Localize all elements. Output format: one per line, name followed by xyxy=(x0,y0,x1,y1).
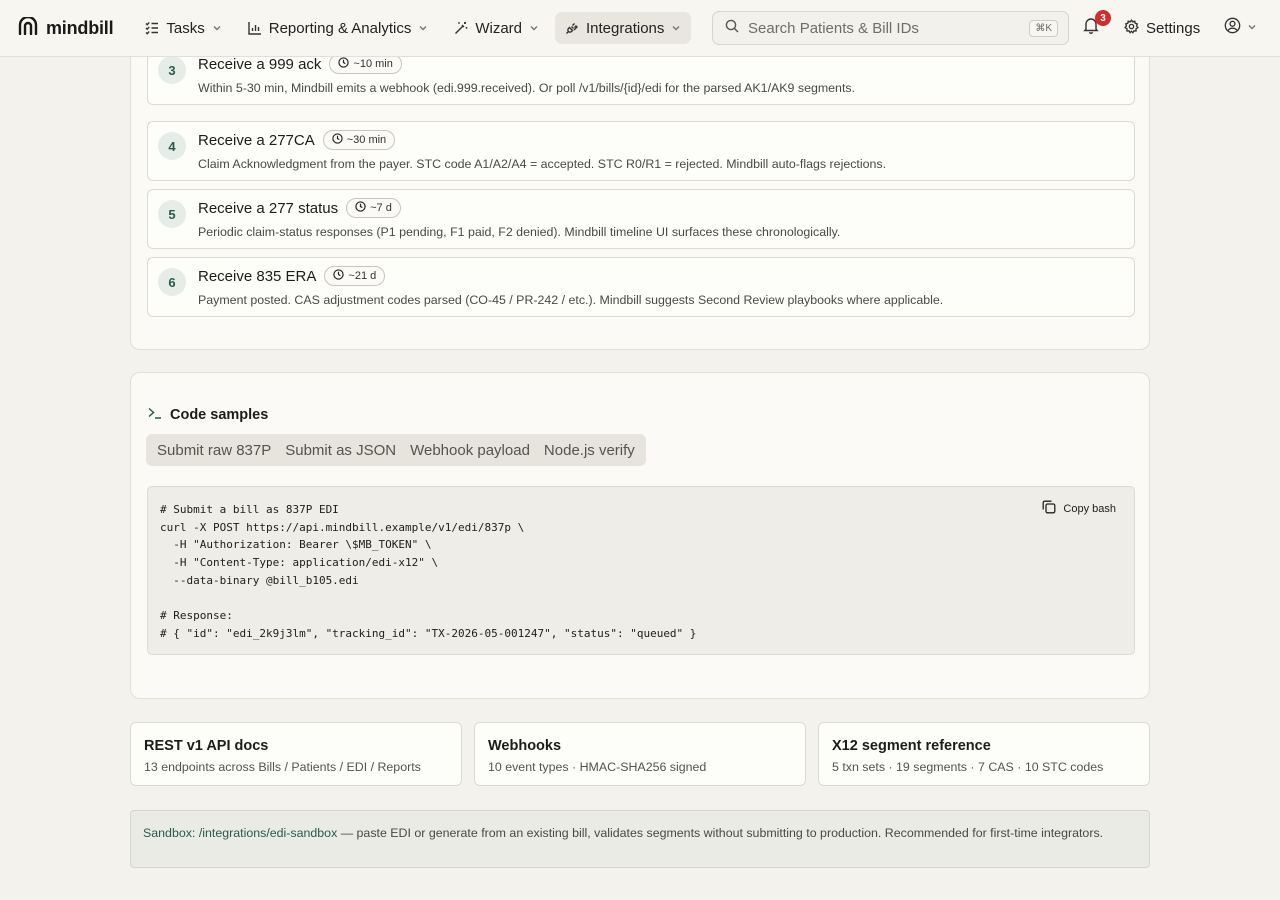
brand[interactable]: mindbill xyxy=(18,15,114,40)
link-card-webhooks[interactable]: Webhooks 10 event types · HMAC-SHA256 si… xyxy=(474,722,806,786)
link-card-title: X12 segment reference xyxy=(832,738,991,754)
tab-nodejs-verify[interactable]: Node.js verify xyxy=(537,437,642,463)
link-card-subtitle: 13 endpoints across Bills / Patients / E… xyxy=(144,760,421,774)
sandbox-label: Sandbox: xyxy=(143,826,196,840)
list-check-icon xyxy=(145,21,159,35)
settings-button[interactable]: Settings xyxy=(1124,12,1200,44)
sandbox-link[interactable]: /integrations/edi-sandbox xyxy=(199,826,337,840)
step-description: Periodic claim-status responses (P1 pend… xyxy=(198,225,841,239)
bar-chart-icon xyxy=(248,21,262,35)
step-item: 6 Receive 835 ERA ~21 d Payment posted. … xyxy=(147,257,1135,317)
nav-wizard-label: Wizard xyxy=(475,19,522,37)
clock-icon xyxy=(333,269,345,283)
search-icon xyxy=(725,19,739,38)
code-sample-tabs: Submit raw 837P Submit as JSON Webhook p… xyxy=(146,434,646,466)
eta-label: ~10 min xyxy=(353,58,393,70)
copy-code-button[interactable]: Copy bash xyxy=(1042,500,1116,517)
chevron-down-icon xyxy=(1247,19,1257,37)
clock-icon xyxy=(338,57,350,71)
step-number: 5 xyxy=(158,200,186,228)
nav-integrations-label: Integrations xyxy=(586,19,665,37)
step-number: 4 xyxy=(158,132,186,160)
chevron-down-icon xyxy=(529,23,539,33)
step-title-row: Receive a 999 ack ~10 min xyxy=(198,54,402,74)
eta-label: ~21 d xyxy=(348,270,377,282)
link-card-x12-reference[interactable]: X12 segment reference 5 txn sets · 19 se… xyxy=(818,722,1150,786)
sandbox-text: — paste EDI or generate from an existing… xyxy=(337,826,1104,840)
step-title: Receive 835 ERA xyxy=(198,267,317,285)
step-item: 5 Receive a 277 status ~7 d Periodic cla… xyxy=(147,189,1135,249)
terminal-icon xyxy=(148,407,162,423)
eta-pill: ~10 min xyxy=(329,54,402,74)
step-title-row: Receive 835 ERA ~21 d xyxy=(198,266,386,286)
copy-icon xyxy=(1042,500,1056,517)
step-description: Payment posted. CAS adjustment codes par… xyxy=(198,293,944,307)
tab-webhook-payload[interactable]: Webhook payload xyxy=(403,437,537,463)
clock-icon xyxy=(355,201,366,215)
chevron-down-icon xyxy=(671,23,681,33)
step-title: Receive a 277CA xyxy=(198,131,315,149)
plug-icon xyxy=(565,21,579,35)
magic-wand-icon xyxy=(454,21,468,35)
link-card-subtitle: 5 txn sets · 19 segments · 7 CAS · 10 ST… xyxy=(832,760,1104,774)
account-menu[interactable] xyxy=(1224,12,1257,44)
clock-icon xyxy=(332,133,343,147)
nav-tasks-label: Tasks xyxy=(166,19,205,37)
mindbill-logo-icon xyxy=(18,15,38,40)
eta-pill: ~30 min xyxy=(322,130,396,150)
nav-wizard[interactable]: Wizard xyxy=(444,12,549,44)
brand-name: mindbill xyxy=(46,17,114,38)
integration-steps-card: 3 Receive a 999 ack ~10 min Within 5-30 … xyxy=(130,28,1150,350)
step-title-row: Receive a 277CA ~30 min xyxy=(198,130,396,150)
link-card-title: REST v1 API docs xyxy=(144,738,269,754)
step-title-row: Receive a 277 status ~7 d xyxy=(198,198,401,218)
search-input[interactable] xyxy=(748,19,1021,37)
settings-label: Settings xyxy=(1146,19,1201,37)
step-number: 6 xyxy=(158,268,186,296)
step-description: Claim Acknowledgment from the payer. STC… xyxy=(198,157,887,171)
step-title: Receive a 277 status xyxy=(198,199,339,217)
code-content[interactable]: # Submit a bill as 837P EDI curl -X POST… xyxy=(160,501,696,643)
search-shortcut-hint: ⌘K xyxy=(1029,19,1058,37)
code-samples-title: Code samples xyxy=(170,407,269,423)
gear-icon xyxy=(1124,18,1139,38)
chevron-down-icon xyxy=(418,23,428,33)
tab-submit-raw-837p[interactable]: Submit raw 837P xyxy=(150,437,278,463)
link-card-subtitle: 10 event types · HMAC-SHA256 signed xyxy=(488,760,707,774)
step-title: Receive a 999 ack xyxy=(198,55,322,73)
nav-integrations[interactable]: Integrations xyxy=(555,12,692,44)
chevron-down-icon xyxy=(212,23,222,33)
step-number: 3 xyxy=(158,56,186,84)
step-description: Within 5-30 min, Mindbill emits a webhoo… xyxy=(198,81,856,95)
global-search[interactable]: ⌘K xyxy=(712,11,1069,45)
tab-submit-as-json[interactable]: Submit as JSON xyxy=(278,437,403,463)
nav-reporting-analytics[interactable]: Reporting & Analytics xyxy=(238,12,439,44)
link-card-title: Webhooks xyxy=(488,738,562,754)
sandbox-note: Sandbox: /integrations/edi-sandbox — pas… xyxy=(130,810,1150,868)
top-navigation-bar: mindbill Tasks Reporting & Analytics Wiz… xyxy=(0,0,1280,57)
user-avatar-icon xyxy=(1224,17,1241,39)
eta-pill: ~7 d xyxy=(346,198,401,218)
eta-label: ~7 d xyxy=(370,202,392,214)
notification-count-badge: 3 xyxy=(1095,10,1111,26)
eta-pill: ~21 d xyxy=(324,266,386,286)
code-samples-heading: Code samples xyxy=(148,407,268,423)
copy-label: Copy bash xyxy=(1063,502,1116,515)
step-item: 4 Receive a 277CA ~30 min Claim Acknowle… xyxy=(147,121,1135,181)
code-block: # Submit a bill as 837P EDI curl -X POST… xyxy=(147,486,1135,655)
eta-label: ~30 min xyxy=(346,134,387,146)
nav-reporting-label: Reporting & Analytics xyxy=(268,19,412,37)
link-card-rest-api-docs[interactable]: REST v1 API docs 13 endpoints across Bil… xyxy=(130,722,462,786)
code-samples-card: Code samples Submit raw 837P Submit as J… xyxy=(130,372,1150,699)
nav-tasks[interactable]: Tasks xyxy=(135,12,231,44)
